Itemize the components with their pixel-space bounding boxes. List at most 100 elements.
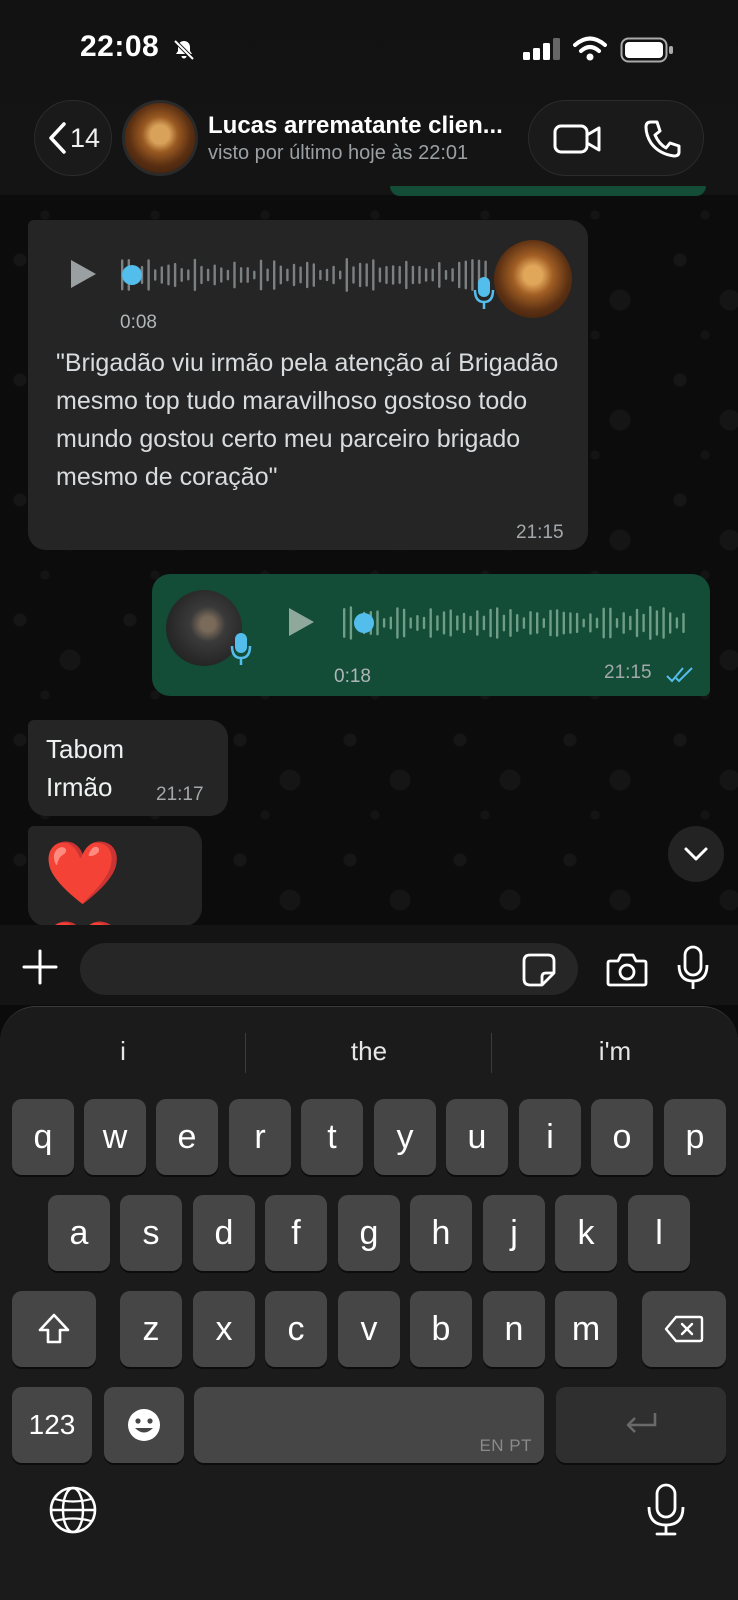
waveform-bar xyxy=(595,617,599,629)
read-receipt-icon xyxy=(666,667,693,683)
key[interactable]: u xyxy=(446,1099,508,1175)
suggestion[interactable]: i xyxy=(0,1027,246,1075)
waveform-bar xyxy=(482,615,486,631)
key[interactable]: w xyxy=(84,1099,146,1175)
waveform-bar xyxy=(509,609,512,637)
waveform-bar xyxy=(213,264,216,286)
waveform-bar xyxy=(312,263,315,287)
key[interactable]: f xyxy=(265,1195,327,1271)
audio-waveform[interactable] xyxy=(120,256,490,294)
contact-name[interactable]: Lucas arrematante clien... xyxy=(208,112,503,140)
voice-duration: 0:08 xyxy=(120,312,157,333)
key[interactable]: e xyxy=(156,1099,218,1175)
emoji-key[interactable] xyxy=(104,1387,184,1463)
key[interactable]: p xyxy=(664,1099,726,1175)
key[interactable]: m xyxy=(555,1291,617,1367)
waveform-bar xyxy=(180,268,183,282)
key[interactable]: y xyxy=(374,1099,436,1175)
key[interactable]: d xyxy=(193,1195,255,1271)
back-button[interactable]: 14 xyxy=(34,100,112,176)
key[interactable]: r xyxy=(229,1099,291,1175)
key[interactable]: k xyxy=(555,1195,617,1271)
key[interactable]: x xyxy=(193,1291,255,1367)
key[interactable]: l xyxy=(628,1195,690,1271)
voice-transcript: "Brigadão viu irmão pela atenção aí Brig… xyxy=(56,349,559,491)
key[interactable]: j xyxy=(483,1195,545,1271)
camera-icon[interactable] xyxy=(606,951,648,987)
message-input[interactable] xyxy=(80,943,578,995)
playhead-dot[interactable] xyxy=(122,265,142,285)
waveform-bar xyxy=(609,607,612,639)
waveform-bar xyxy=(424,268,428,282)
waveform-bar xyxy=(376,610,379,636)
waveform-bar xyxy=(279,265,282,285)
incoming-voice-message[interactable]: 0:08 "Brigadão viu irmão pela atenção aí… xyxy=(28,220,588,550)
waveform-bar xyxy=(286,268,289,282)
sticker-icon[interactable] xyxy=(522,953,556,987)
key[interactable]: a xyxy=(48,1195,110,1271)
waveform-bar xyxy=(339,270,342,280)
key[interactable]: t xyxy=(301,1099,363,1175)
suggestion[interactable]: i'm xyxy=(492,1027,738,1075)
key[interactable]: z xyxy=(120,1291,182,1367)
globe-icon[interactable] xyxy=(48,1485,98,1535)
waveform-bar xyxy=(292,263,296,287)
return-key[interactable] xyxy=(556,1387,726,1463)
waveform-bar xyxy=(332,265,335,285)
waveform-bar xyxy=(405,260,408,290)
key[interactable]: h xyxy=(410,1195,472,1271)
waveform-bar xyxy=(409,617,412,629)
incoming-emoji-message[interactable]: ❤️ ❤️ xyxy=(28,826,202,988)
key[interactable]: b xyxy=(410,1291,472,1367)
wifi-icon xyxy=(573,36,607,61)
outgoing-voice-message[interactable]: 0:18 21:15 xyxy=(152,574,710,696)
waveform-bar xyxy=(372,259,375,291)
waveform-bar xyxy=(200,265,203,285)
waveform-bar xyxy=(266,268,269,282)
key[interactable]: o xyxy=(591,1099,653,1175)
waveform-bar xyxy=(649,606,652,640)
phone-call-icon[interactable] xyxy=(643,119,681,159)
waveform-bar xyxy=(522,617,526,629)
waveform-bar xyxy=(464,260,467,290)
waveform-bar xyxy=(449,609,452,637)
call-actions xyxy=(528,100,704,176)
scroll-to-bottom-button[interactable] xyxy=(668,826,724,882)
key[interactable]: g xyxy=(338,1195,400,1271)
space-key[interactable]: EN PT xyxy=(194,1387,544,1463)
playhead-dot[interactable] xyxy=(354,613,374,633)
play-icon[interactable] xyxy=(286,606,316,638)
shift-key[interactable] xyxy=(12,1291,96,1367)
contact-avatar[interactable] xyxy=(122,100,198,176)
waveform-bar xyxy=(622,612,625,634)
audio-waveform[interactable] xyxy=(342,604,688,642)
key[interactable]: v xyxy=(338,1291,400,1367)
mic-icon[interactable] xyxy=(676,945,710,991)
plus-icon[interactable] xyxy=(22,949,58,985)
waveform-bar xyxy=(655,610,659,636)
dictation-mic-icon[interactable] xyxy=(646,1483,686,1537)
message-time: 21:17 xyxy=(156,784,204,805)
video-call-icon[interactable] xyxy=(553,121,601,157)
composer-bar xyxy=(0,925,738,1005)
play-icon[interactable] xyxy=(68,258,98,290)
key[interactable]: q xyxy=(12,1099,74,1175)
waveform-bar xyxy=(429,608,432,638)
backspace-key[interactable] xyxy=(642,1291,726,1367)
incoming-text-message[interactable]: Tabom Irmão 21:17 xyxy=(28,720,228,816)
key[interactable]: i xyxy=(519,1099,581,1175)
waveform-bar xyxy=(306,261,309,289)
chevron-left-icon xyxy=(49,122,66,154)
waveform-bar xyxy=(154,269,157,281)
suggestion[interactable]: the xyxy=(246,1027,492,1075)
key[interactable]: n xyxy=(483,1291,545,1367)
key[interactable]: c xyxy=(265,1291,327,1367)
waveform-bar xyxy=(378,267,382,283)
waveform-bar xyxy=(489,608,492,638)
numbers-key[interactable]: 123 xyxy=(12,1387,92,1463)
waveform-bar xyxy=(589,613,592,633)
waveform-bar xyxy=(536,612,539,634)
key[interactable]: s xyxy=(120,1195,182,1271)
sender-avatar xyxy=(494,240,572,318)
waveform-bar xyxy=(496,607,499,639)
